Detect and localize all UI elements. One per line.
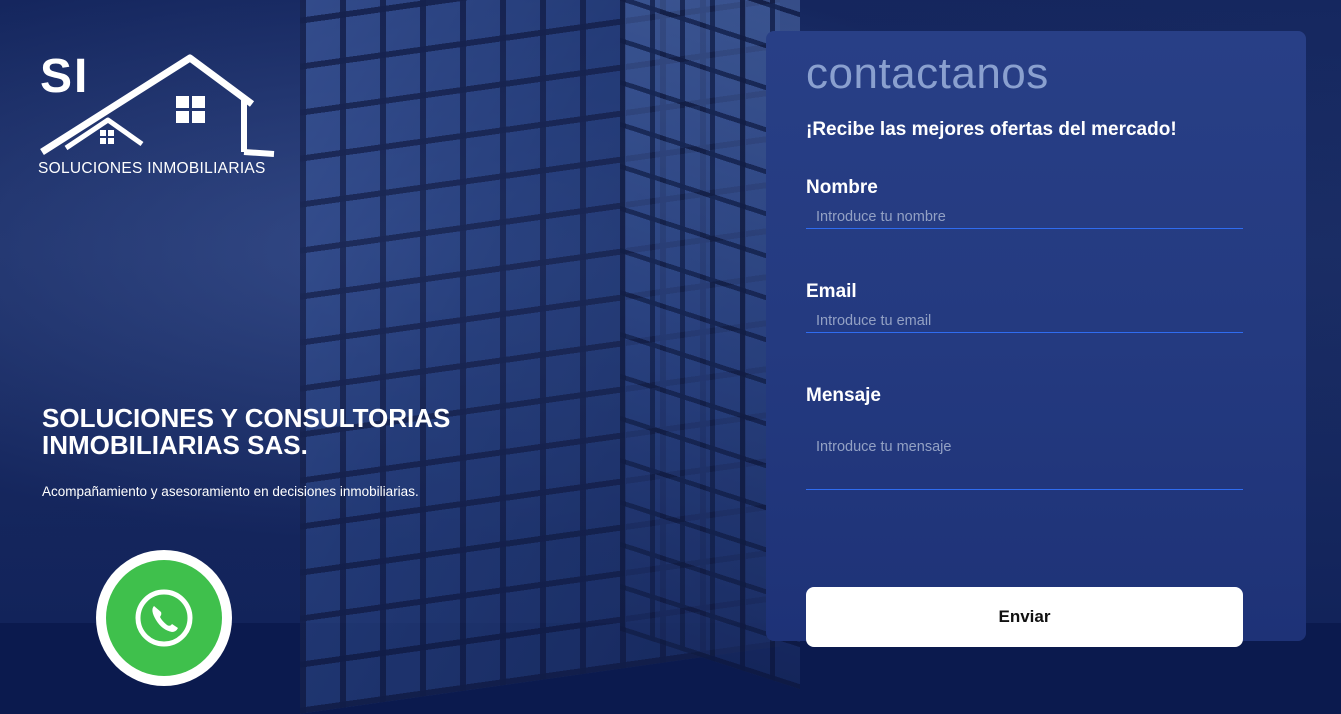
company-logo[interactable]: SI SOLUCIONES INMOBILIARIAS <box>38 52 278 182</box>
contact-title: contactanos <box>806 49 1049 98</box>
logo-mark: SI <box>40 50 90 103</box>
whatsapp-icon <box>135 589 193 647</box>
name-input[interactable] <box>806 205 1243 229</box>
whatsapp-button-fill <box>106 560 222 676</box>
logo-wordmark: SOLUCIONES INMOBILIARIAS <box>38 160 266 177</box>
company-headline: SOLUCIONES Y CONSULTORIAS INMOBILIARIAS … <box>42 405 562 459</box>
contact-subtitle: ¡Recibe las mejores ofertas del mercado! <box>806 119 1177 140</box>
contact-panel: contactanos ¡Recibe las mejores ofertas … <box>766 31 1306 647</box>
headline-line-2: INMOBILIARIAS SAS. <box>42 430 308 460</box>
email-input[interactable] <box>806 309 1243 333</box>
name-label: Nombre <box>806 177 878 198</box>
message-label: Mensaje <box>806 385 881 406</box>
whatsapp-button[interactable] <box>96 550 232 686</box>
submit-button[interactable]: Enviar <box>806 587 1243 647</box>
message-textarea[interactable] <box>806 431 1243 490</box>
headline-line-1: SOLUCIONES Y CONSULTORIAS <box>42 403 451 433</box>
email-label: Email <box>806 281 857 302</box>
company-tagline: Acompañamiento y asesoramiento en decisi… <box>42 484 419 499</box>
